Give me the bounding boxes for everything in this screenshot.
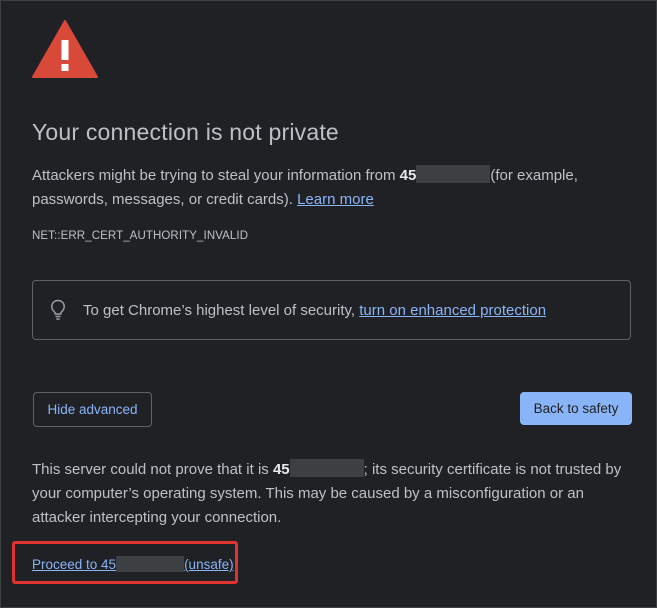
hide-advanced-button[interactable]: Hide advanced bbox=[33, 392, 152, 427]
details-text: This server could not prove that it is bbox=[32, 461, 273, 478]
enhanced-protection-label: To get Chrome’s highest level of securit… bbox=[83, 302, 360, 319]
details-host-name: 45 bbox=[272, 461, 290, 478]
learn-more-link[interactable]: Learn more bbox=[297, 191, 374, 208]
details-message: This server could not prove that it is 4… bbox=[32, 458, 632, 530]
page-title: Your connection is not private bbox=[32, 119, 339, 145]
enhanced-protection-box: To get Chrome’s highest level of securit… bbox=[32, 280, 631, 340]
main-message: Attackers might be trying to steal your … bbox=[32, 164, 622, 212]
proceed-highlight-box: Proceed to 45 (unsafe) bbox=[12, 541, 238, 584]
redaction-block bbox=[116, 556, 185, 572]
host-name: 45 bbox=[399, 167, 417, 184]
enhanced-protection-text: To get Chrome’s highest level of securit… bbox=[83, 302, 546, 319]
proceed-link-suffix: (unsafe) bbox=[184, 557, 234, 572]
lightbulb-icon bbox=[51, 299, 65, 320]
proceed-unsafe-link[interactable]: Proceed to 45 (unsafe) bbox=[32, 556, 234, 572]
interstitial-page: Your connection is not private Attackers… bbox=[0, 0, 657, 608]
back-to-safety-button[interactable]: Back to safety bbox=[520, 392, 632, 425]
warning-triangle-icon bbox=[32, 20, 98, 78]
redaction-block bbox=[289, 459, 364, 477]
error-code: NET::ERR_CERT_AUTHORITY_INVALID bbox=[32, 230, 249, 242]
redaction-block bbox=[416, 165, 491, 183]
main-message-text: Attackers might be trying to steal your … bbox=[32, 167, 400, 184]
proceed-link-prefix: Proceed to 45 bbox=[32, 557, 117, 572]
enhanced-protection-link[interactable]: turn on enhanced protection bbox=[359, 302, 546, 319]
